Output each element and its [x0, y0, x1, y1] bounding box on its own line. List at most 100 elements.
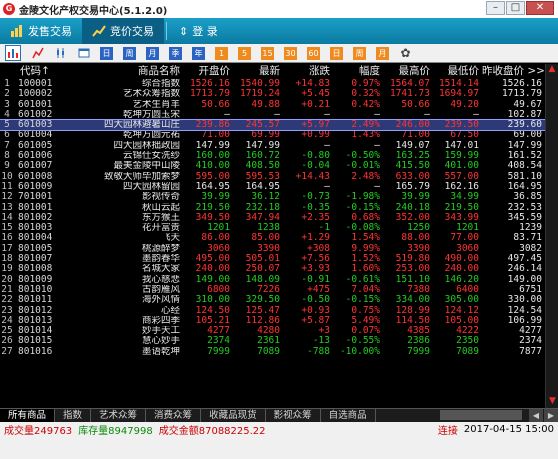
- period-month2-icon[interactable]: 月: [376, 46, 389, 60]
- col-high[interactable]: 最高价: [383, 64, 433, 78]
- table-row[interactable]: 20 801009 我心慈悲 149.00 148.09 -0.91 -0.61% 151.1…: [0, 275, 558, 285]
- row-name: 四大园林留园: [122, 181, 180, 192]
- tab-art-crowdfunding[interactable]: 艺术众筹: [91, 409, 147, 422]
- table-row[interactable]: 13 801001 秋山云起 219.50 232.18 -0.35 -0.15% 240.1…: [0, 203, 558, 213]
- period-week-icon[interactable]: 周: [123, 46, 136, 60]
- period-day-icon[interactable]: 日: [100, 46, 113, 60]
- table-row[interactable]: 15 801003 花开富贵 1201 1238 -1 -0.08% 1250 1201 1239: [0, 223, 558, 233]
- row-last: 36.12: [251, 192, 280, 203]
- col-change[interactable]: 涨跌: [283, 64, 333, 78]
- line-chart-icon[interactable]: [31, 47, 44, 60]
- period-15min-icon[interactable]: 15: [261, 46, 274, 60]
- table-row[interactable]: 23 801012 心经 124.50 125.47 +0.93 0.75% 128.99 12…: [0, 306, 558, 316]
- table-row[interactable]: 18 801007 墨韵春华 495.00 505.01 +7.56 1.52% 519.80…: [0, 254, 558, 264]
- row-open: 310.00: [195, 295, 230, 306]
- table-row[interactable]: 1 100001 综合指数 1526.16 1540.99 +14.83 0.97% 1564…: [0, 79, 558, 89]
- row-name: 慧心妙手: [141, 336, 180, 347]
- row-high: 128.99: [395, 305, 430, 316]
- table-row[interactable]: 14 801002 东方猴王 349.50 347.94 +2.35 0.68% 352.00…: [0, 213, 558, 223]
- period-year-icon[interactable]: 年: [192, 46, 205, 60]
- scroll-down-icon[interactable]: ▼: [546, 396, 558, 406]
- col-prev-close[interactable]: 昨收盘价 >>: [482, 64, 545, 78]
- table-row[interactable]: 24 801013 商彩四季 105.21 112.86 +5.87 5.49% 114.50…: [0, 316, 558, 326]
- table-row[interactable]: 16 801004 飞天 86.00 85.00 +1.29 1.54% 88.00 77.00…: [0, 233, 558, 243]
- row-last: 49.88: [251, 99, 280, 110]
- table-row[interactable]: 6 601004 乾坤方圆元祐 71.00 69.99 +0.99 1.43% 71.00 67…: [0, 130, 558, 140]
- horizontal-scrollbar[interactable]: [440, 410, 522, 420]
- tab-index[interactable]: 指数: [55, 409, 92, 422]
- period-5min-icon[interactable]: 5: [238, 46, 251, 60]
- row-open: 71.00: [201, 130, 230, 141]
- row-last: 7226: [257, 284, 280, 295]
- table-row[interactable]: 3 601001 艺术生肖羊 50.66 49.88 +0.21 0.42% 50.66 49.…: [0, 100, 558, 110]
- row-open: 4277: [207, 326, 230, 337]
- col-name[interactable]: 商品名称: [72, 64, 183, 78]
- table-row[interactable]: 9 601007 最美金陵中山陵 410.00 408.50 -0.04 -0.01% 415…: [0, 161, 558, 171]
- table-row[interactable]: 7 601005 四大园林拙政园 147.99 147.99 — — 149.07 147.01…: [0, 141, 558, 151]
- tab-all-products[interactable]: 所有商品: [0, 409, 56, 422]
- row-high: 71.00: [401, 130, 430, 141]
- col-code[interactable]: 代码↑: [14, 64, 72, 78]
- table-row[interactable]: 8 601006 云锦仕女洗纱 160.00 160.72 -0.80 -0.50% 163.…: [0, 151, 558, 161]
- row-prev-close: 69.00: [513, 130, 542, 141]
- table-row[interactable]: 11 601009 四大园林留园 164.95 164.95 — — 165.79 162.16…: [0, 182, 558, 192]
- col-low[interactable]: 最低价: [433, 64, 482, 78]
- table-row[interactable]: 5 601003 四大园林避暑山庄 239.86 245.57 +5.97 2.49% 246…: [0, 119, 558, 132]
- login-button[interactable]: ⇕ 登 录: [169, 18, 228, 44]
- row-change: -13: [312, 336, 330, 347]
- kline-chart-icon[interactable]: [5, 45, 21, 61]
- row-change: -0.50: [301, 295, 330, 306]
- row-index: 8: [4, 151, 10, 162]
- scroll-right-icon[interactable]: ▶: [544, 409, 558, 422]
- login-icon: ⇕: [179, 24, 189, 38]
- scroll-left-icon[interactable]: ◀: [529, 409, 543, 422]
- row-change: +2.35: [301, 212, 330, 223]
- table-row[interactable]: 12 701001 影视传奇 39.99 36.12 -0.73 -1.98% 39.99 34…: [0, 192, 558, 202]
- table-row[interactable]: 10 601008 致敬大师毕加索梦 595.00 595.53 +14.43 2.48% 6…: [0, 172, 558, 182]
- table-row[interactable]: 2 100002 艺术众筹指数 1713.79 1719.24 +5.45 0.32% 174…: [0, 89, 558, 99]
- table-row[interactable]: 25 801014 妙手天工 4277 4280 +3 0.07% 4385 4222 4277: [0, 326, 558, 336]
- col-open[interactable]: 开盘价: [183, 64, 233, 78]
- candle-icon[interactable]: [54, 47, 67, 60]
- col-last[interactable]: 最新: [233, 64, 283, 78]
- period-30min-icon[interactable]: 30: [284, 46, 297, 60]
- row-index: 17: [1, 243, 13, 254]
- row-percent: 1.43%: [351, 130, 380, 141]
- tab-bid-trading[interactable]: 竞价交易: [82, 18, 164, 44]
- period-season-icon[interactable]: 季: [169, 46, 182, 60]
- scroll-up-icon[interactable]: ▲: [546, 64, 558, 74]
- tab-film-crowdfunding[interactable]: 影视众筹: [266, 409, 321, 422]
- period-1min-icon[interactable]: 1: [215, 46, 228, 60]
- row-last: 408.50: [245, 161, 280, 172]
- row-low: 162.16: [444, 181, 479, 192]
- title-bar: G 金陵文化产权交易中心(5.1.2.0) – □ ✕: [0, 0, 558, 18]
- vertical-scrollbar[interactable]: ▲ ▼: [545, 64, 558, 408]
- tab-collectibles-spot[interactable]: 收藏品现货: [201, 409, 266, 422]
- tab-watchlist[interactable]: 自选商品: [321, 409, 376, 422]
- table-row[interactable]: 22 801011 海外风情 310.00 329.50 -0.50 -0.15% 334.0…: [0, 295, 558, 305]
- row-last: 347.94: [245, 212, 280, 223]
- row-name: 名城大家: [141, 264, 180, 275]
- table-row[interactable]: 21 801010 古韵雁风 6800 7226 +475 7.04% 7380 6400 675…: [0, 285, 558, 295]
- tab-consumer-crowdfunding[interactable]: 消费众筹: [146, 409, 202, 422]
- col-percent[interactable]: 幅度: [333, 64, 383, 78]
- table-row[interactable]: 19 801008 名城大家 240.00 250.07 +3.93 1.60% 253.00…: [0, 264, 558, 274]
- row-prev-close: 408.54: [507, 161, 542, 172]
- table-row[interactable]: 17 801005 桃源醉梦 3060 3390 +308 9.99% 3390 3060 308…: [0, 244, 558, 254]
- period-day2-icon[interactable]: 日: [330, 46, 343, 60]
- row-prev-close: 102.87: [507, 109, 542, 120]
- window-icon[interactable]: [77, 47, 90, 60]
- settings-icon[interactable]: ✿: [399, 46, 412, 60]
- table-row[interactable]: 4 601002 乾坤方圆玉宋 — — — — — — 102.87: [0, 110, 558, 120]
- period-week2-icon[interactable]: 周: [353, 46, 366, 60]
- period-60min-icon[interactable]: 60: [307, 46, 320, 60]
- table-row[interactable]: 27 801016 墨语乾坤 7999 7089 -788 -10.00% 7999 7089 7…: [0, 347, 558, 357]
- close-button[interactable]: ✕: [526, 1, 554, 15]
- table-row[interactable]: 26 801015 慧心妙手 2374 2361 -13 -0.55% 2386 2350 237…: [0, 336, 558, 346]
- period-month-icon[interactable]: 月: [146, 46, 159, 60]
- minimize-button[interactable]: –: [486, 1, 505, 15]
- row-prev-close: 345.59: [507, 212, 542, 223]
- table-header: 代码↑ 商品名称 开盘价 最新 涨跌 幅度 最高价 最低价 昨收盘价 >>: [0, 64, 558, 78]
- tab-issue-trading[interactable]: 发售交易: [0, 18, 82, 44]
- maximize-button[interactable]: □: [506, 1, 525, 15]
